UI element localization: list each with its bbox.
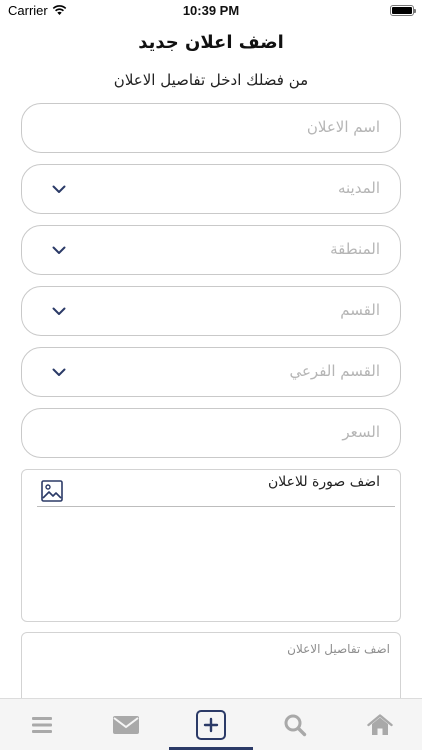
search-icon xyxy=(284,714,307,737)
tab-add[interactable] xyxy=(169,699,253,750)
page-subtitle: من فضلك ادخل تفاصيل الاعلان xyxy=(113,71,309,89)
price-field[interactable]: السعر xyxy=(21,408,401,458)
home-icon xyxy=(367,714,393,735)
chevron-down-icon xyxy=(52,185,66,193)
city-dropdown[interactable]: المدينه xyxy=(21,164,401,214)
envelope-icon xyxy=(113,716,139,734)
battery-icon xyxy=(390,5,416,16)
subcategory-dropdown[interactable]: القسم الفرعي xyxy=(21,347,401,397)
tab-bar xyxy=(0,698,422,750)
status-time: 10:39 PM xyxy=(182,3,240,18)
menu-icon xyxy=(32,717,52,733)
tab-search[interactable] xyxy=(253,699,337,750)
page-title: اضف اعلان جديد xyxy=(138,32,284,53)
image-upload-label: اضف صورة للاعلان xyxy=(268,474,380,490)
subcategory-placeholder: القسم الفرعي xyxy=(289,362,380,380)
status-bar: Carrier 10:39 PM xyxy=(0,0,422,22)
chevron-down-icon xyxy=(52,368,66,376)
details-placeholder: اضف تفاصيل الاعلان xyxy=(287,642,390,656)
city-placeholder: المدينه xyxy=(337,179,380,197)
price-placeholder: السعر xyxy=(342,423,380,441)
region-dropdown[interactable]: المنطقة xyxy=(21,225,401,275)
chevron-down-icon xyxy=(52,307,66,315)
tab-menu[interactable] xyxy=(0,699,84,750)
chevron-down-icon xyxy=(52,246,66,254)
ad-name-placeholder: اسم الاعلان xyxy=(306,118,380,136)
region-placeholder: المنطقة xyxy=(330,240,380,258)
image-icon[interactable] xyxy=(41,480,63,502)
divider xyxy=(37,506,395,507)
ad-name-field[interactable]: اسم الاعلان xyxy=(21,103,401,153)
tab-home[interactable] xyxy=(338,699,422,750)
category-placeholder: القسم xyxy=(340,301,380,319)
tab-messages[interactable] xyxy=(84,699,168,750)
category-dropdown[interactable]: القسم xyxy=(21,286,401,336)
image-upload-box[interactable]: اضف صورة للاعلان xyxy=(21,469,401,622)
add-icon xyxy=(196,710,226,740)
